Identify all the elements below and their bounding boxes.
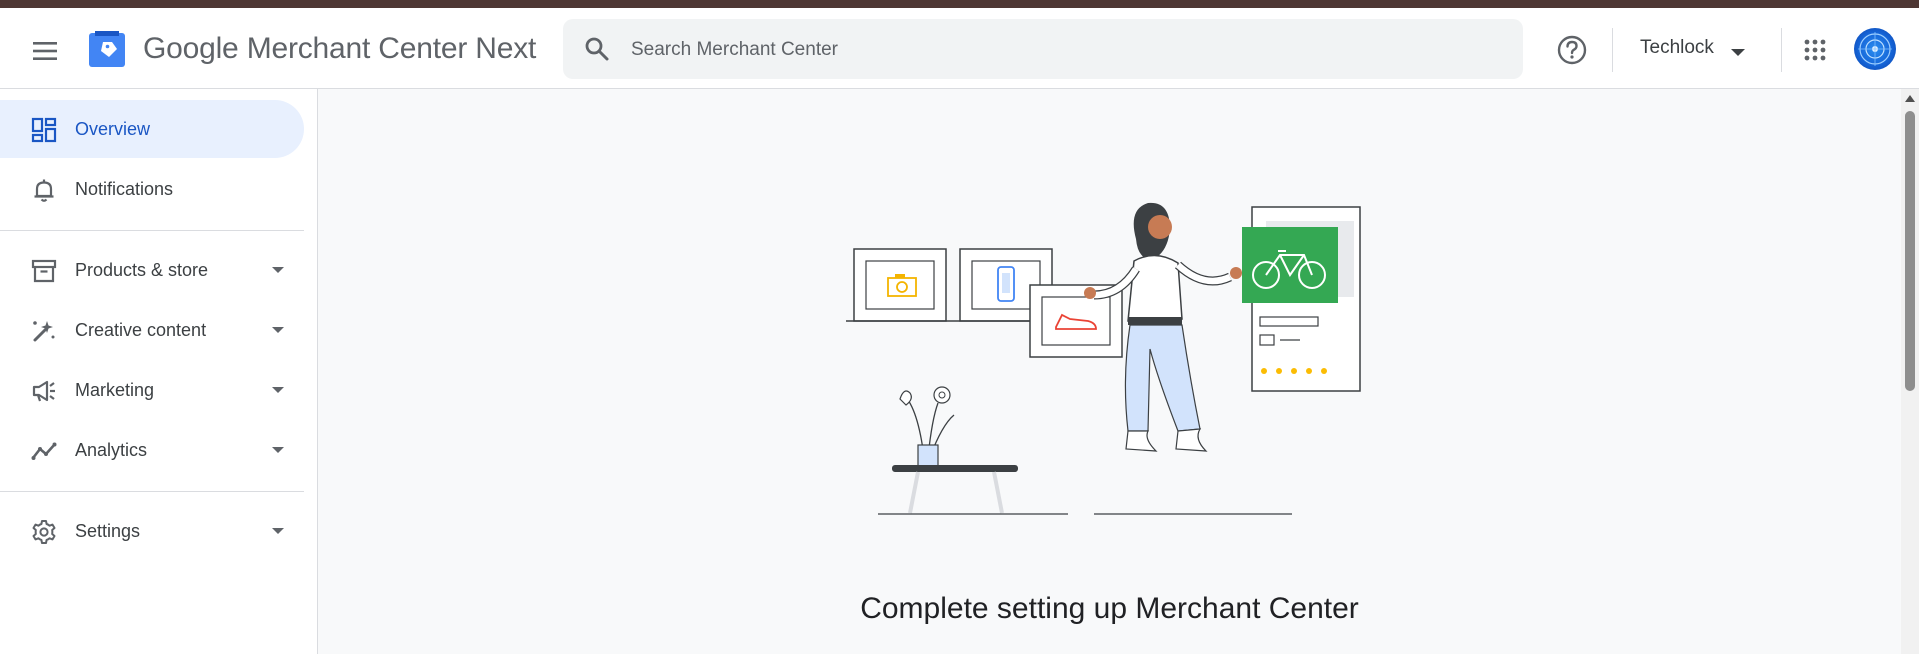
chevron-down-icon [1730,49,1745,56]
brand-product: Merchant Center Next [246,32,537,65]
chevron-down-icon [272,528,284,534]
chevron-down-icon [272,327,284,333]
main-menu-button[interactable] [24,30,66,72]
sidebar-item-label: Overview [75,118,151,139]
scroll-thumb[interactable] [1905,111,1915,391]
sidebar-divider [0,491,304,492]
search-bar[interactable] [563,19,1523,81]
merchant-center-logo-icon [89,31,125,67]
sidebar-item-label: Analytics [75,439,148,460]
header-divider [1781,28,1782,72]
main-content: Complete setting up Merchant Center [318,89,1901,654]
store-box-icon [31,259,57,283]
account-switcher[interactable]: Techlock [1640,28,1745,68]
app-title: Google Merchant Center Next [143,32,536,66]
megaphone-icon [32,380,55,402]
avatar[interactable] [1854,28,1896,70]
account-name: Techlock [1640,37,1714,58]
gear-icon [32,520,56,544]
dashboard-icon [31,117,57,143]
frame-camera-icon [853,248,947,322]
sidebar-item-settings[interactable]: Settings [0,502,304,560]
sidebar-item-overview[interactable]: Overview [0,100,304,158]
page-title: Complete setting up Merchant Center [860,592,1359,625]
plant-table [892,386,1018,514]
search-input[interactable] [629,19,1513,81]
search-icon [585,37,609,61]
app-header: Google Merchant Center Next Techlock [0,8,1919,89]
brush-sparkle-icon [33,321,55,342]
chevron-down-icon [272,447,284,453]
bell-icon [34,179,54,202]
sidebar-item-analytics[interactable]: Analytics [0,421,304,479]
apps-grid-icon[interactable] [1803,38,1827,62]
sidebar-item-label: Notifications [75,178,174,199]
sidebar-item-label: Marketing [75,379,155,400]
sidebar-nav: Overview Notifications Products & store … [0,89,318,654]
sidebar-item-products-store[interactable]: Products & store [0,241,304,299]
sidebar-item-label: Creative content [75,319,207,340]
header-divider [1612,28,1613,72]
setup-illustration [846,202,1361,515]
sidebar-item-notifications[interactable]: Notifications [0,160,304,218]
help-icon[interactable] [1555,33,1589,67]
sidebar-divider [0,230,304,231]
sidebar-item-marketing[interactable]: Marketing [0,361,304,419]
window-top-strip [0,0,1919,8]
sidebar-item-creative-content[interactable]: Creative content [0,301,304,359]
hamburger-menu-icon [33,42,57,60]
chevron-down-icon [272,387,284,393]
sidebar-item-label: Settings [75,520,141,541]
product-card [1242,206,1361,392]
trend-line-icon [31,442,57,460]
main-scrollbar[interactable] [1901,89,1919,654]
scroll-up-arrow-icon[interactable] [1905,95,1915,102]
sidebar-item-label: Products & store [75,259,209,280]
chevron-down-icon [272,267,284,273]
avatar-pattern-icon [1858,32,1892,66]
brand-google: Google [143,32,239,65]
